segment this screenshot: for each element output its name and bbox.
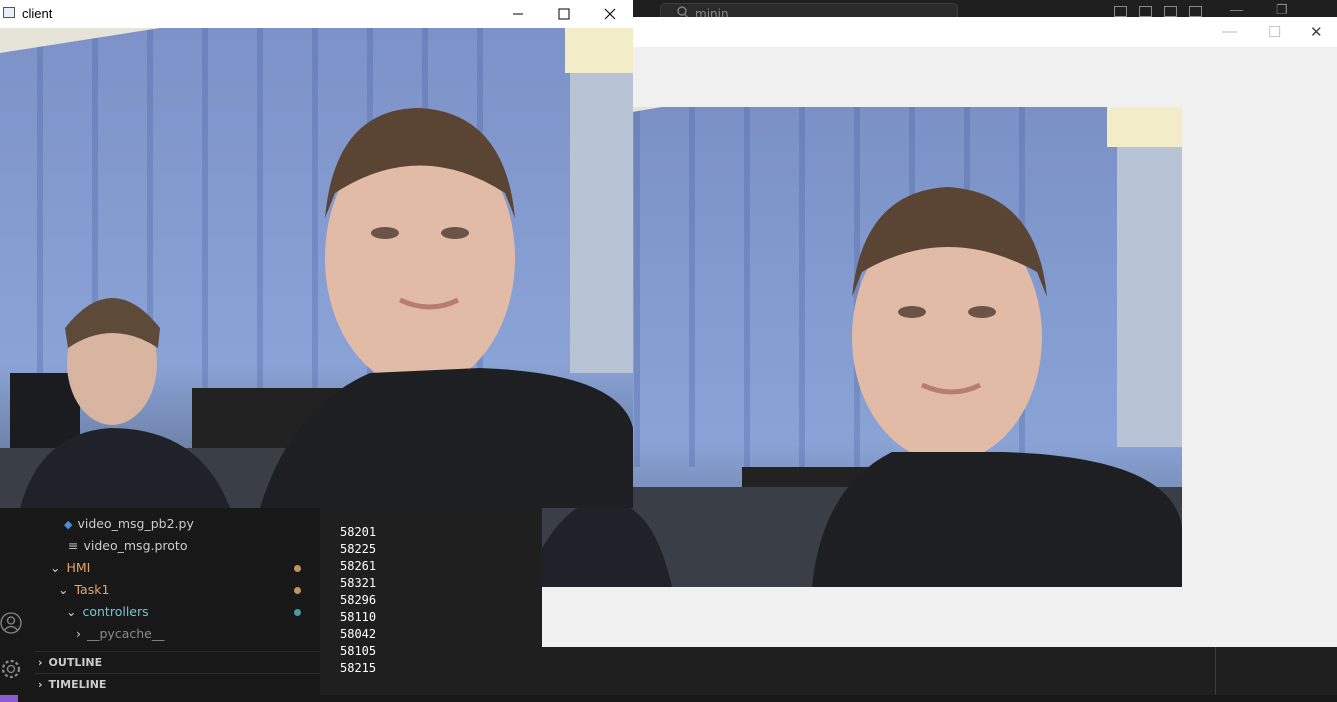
- chevron-right-icon: ›: [38, 678, 43, 691]
- tree-item-label: video_msg_pb2.py: [77, 516, 194, 531]
- tree-folder-hmi[interactable]: ⌄ HMI: [50, 557, 90, 579]
- remote-indicator[interactable]: [0, 695, 18, 702]
- server-window-titlebar: — ☐ ✕: [542, 17, 1337, 47]
- client-window-title: client: [22, 6, 53, 21]
- panel-area: [542, 647, 1337, 695]
- maximize-icon: [558, 8, 570, 20]
- panel-divider[interactable]: [1215, 647, 1216, 695]
- vscode-minimize-icon[interactable]: —: [1230, 2, 1243, 17]
- timeline-label: TIMELINE: [48, 678, 107, 691]
- minimize-icon[interactable]: —: [1222, 23, 1237, 40]
- tree-folder-task1[interactable]: ⌄ Task1: [58, 579, 109, 601]
- app-window-icon: [3, 7, 15, 18]
- minimize-icon: [513, 13, 523, 15]
- terminal-line: 58296: [340, 593, 377, 607]
- status-bar: [0, 695, 1337, 702]
- text-file-icon: ≡: [68, 538, 79, 553]
- modified-dot: [294, 565, 301, 572]
- close-icon: [604, 8, 616, 20]
- terminal-line: 58261: [340, 559, 377, 573]
- timeline-section-header[interactable]: › TIMELINE: [34, 673, 320, 696]
- client-video-frame: [0, 28, 633, 508]
- python-file-icon: ◆: [64, 518, 73, 531]
- maximize-button[interactable]: [544, 3, 584, 25]
- untracked-dot: [294, 609, 301, 616]
- activity-bar: [0, 508, 34, 698]
- chevron-down-icon: ⌄: [66, 604, 77, 619]
- tree-folder-pycache[interactable]: › __pycache__: [76, 623, 164, 645]
- terminal-line: 58105: [340, 644, 377, 658]
- tree-item-video-msg-pb2[interactable]: ◆ video_msg_pb2.py: [64, 513, 194, 535]
- tree-item-label: controllers: [82, 604, 149, 619]
- manage-gear-icon[interactable]: [0, 658, 22, 680]
- terminal-line: 58321: [340, 576, 377, 590]
- client-window: client: [0, 0, 633, 508]
- accounts-icon[interactable]: [0, 612, 22, 634]
- layout-controls: [1114, 6, 1202, 17]
- terminal-line: 58042: [340, 627, 377, 641]
- close-button[interactable]: [590, 3, 630, 25]
- server-window: — ☐ ✕: [542, 17, 1337, 647]
- tree-item-label: __pycache__: [87, 626, 165, 641]
- outline-section-header[interactable]: › OUTLINE: [34, 651, 320, 674]
- toggle-panel-icon[interactable]: [1139, 6, 1152, 17]
- terminal-output: 58201 58225 58261 58321 58296 58110 5804…: [340, 524, 376, 677]
- terminal-line: 58215: [340, 661, 377, 675]
- terminal-line: 58110: [340, 610, 377, 624]
- maximize-icon[interactable]: ☐: [1268, 23, 1281, 41]
- server-video-frame: [542, 107, 1182, 587]
- terminal-line: 58225: [340, 542, 377, 556]
- customize-layout-icon[interactable]: [1189, 6, 1202, 17]
- explorer-sidebar: ◆ video_msg_pb2.py ≡ video_msg.proto ⌄ HMI …: [34, 508, 320, 698]
- terminal-line: 58201: [340, 525, 377, 539]
- toggle-secondary-sidebar-icon[interactable]: [1164, 6, 1177, 17]
- tree-item-label: HMI: [66, 560, 91, 575]
- modified-dot: [294, 587, 301, 594]
- toggle-sidebar-icon[interactable]: [1114, 6, 1127, 17]
- chevron-down-icon: ⌄: [58, 582, 69, 597]
- chevron-right-icon: ›: [76, 626, 81, 641]
- tree-folder-controllers[interactable]: ⌄ controllers: [66, 601, 149, 623]
- client-window-titlebar: client: [0, 0, 633, 28]
- outline-label: OUTLINE: [48, 656, 103, 669]
- chevron-right-icon: ›: [38, 656, 43, 669]
- chevron-down-icon: ⌄: [50, 560, 61, 575]
- tree-item-label: Task1: [74, 582, 110, 597]
- terminal-panel[interactable]: 58201 58225 58261 58321 58296 58110 5804…: [320, 508, 542, 698]
- tree-item-label: video_msg.proto: [83, 538, 188, 553]
- minimize-button[interactable]: [498, 3, 538, 25]
- tree-item-video-msg-proto[interactable]: ≡ video_msg.proto: [68, 535, 187, 557]
- close-icon[interactable]: ✕: [1310, 23, 1323, 41]
- vscode-restore-icon[interactable]: ❐: [1276, 2, 1288, 18]
